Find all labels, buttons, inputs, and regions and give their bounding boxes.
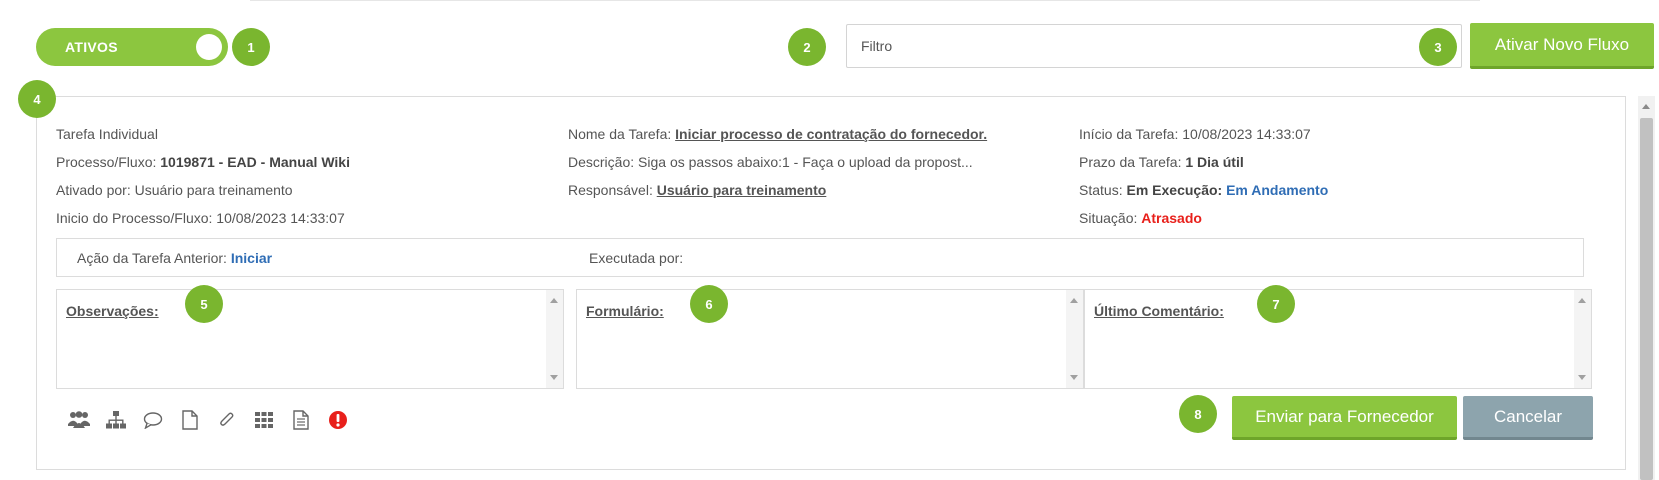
hierarchy-icon[interactable] — [105, 409, 127, 431]
grid-icon[interactable] — [253, 409, 275, 431]
document-icon[interactable] — [179, 409, 201, 431]
top-divider — [250, 0, 1480, 1]
send-to-supplier-button[interactable]: Enviar para Fornecedor — [1232, 396, 1457, 440]
deadline-value: 1 Dia útil — [1185, 154, 1244, 170]
toggle-label: ATIVOS — [65, 39, 118, 55]
task-start-label: Início da Tarefa: — [1079, 126, 1179, 142]
scroll-up-icon[interactable] — [1642, 104, 1650, 109]
previous-action-box: Ação da Tarefa Anterior: Iniciar Executa… — [56, 238, 1584, 277]
task-type: Tarefa Individual — [56, 126, 158, 142]
process-row: Processo/Fluxo: 1019871 - EAD - Manual W… — [56, 148, 350, 176]
scroll-up-icon[interactable] — [550, 298, 558, 303]
executed-by-label: Executada por: — [589, 250, 684, 266]
task-info-column-3: Início da Tarefa: 10/08/2023 14:33:07 Pr… — [1079, 120, 1328, 232]
step-badge-8: 8 — [1179, 395, 1217, 433]
last-comment-title: Último Comentário: — [1094, 303, 1224, 319]
task-info-column-2: Nome da Tarefa: Iniciar processo de cont… — [568, 120, 1028, 204]
observations-scrollbar[interactable] — [546, 290, 563, 388]
observations-panel[interactable]: Observações: — [56, 289, 564, 389]
page-scrollbar[interactable] — [1638, 96, 1655, 480]
scroll-up-icon[interactable] — [1070, 298, 1078, 303]
activated-by-row: Ativado por: Usuário para treinamento — [56, 176, 350, 204]
form-title: Formulário: — [586, 303, 664, 319]
task-info-column-1: Tarefa Individual Processo/Fluxo: 101987… — [56, 120, 350, 232]
form-panel[interactable]: Formulário: — [576, 289, 1084, 389]
step-badge-6: 6 — [690, 285, 728, 323]
process-value: 1019871 - EAD - Manual Wiki — [160, 154, 350, 170]
responsible-label: Responsável: — [568, 182, 653, 198]
toggle-knob[interactable] — [196, 34, 222, 60]
task-name-row: Nome da Tarefa: Iniciar processo de cont… — [568, 120, 1028, 148]
last-comment-panel[interactable]: Último Comentário: — [1084, 289, 1592, 389]
description-row: Descrição: Siga os passos abaixo:1 - Faç… — [568, 148, 1028, 176]
task-toolbar — [68, 409, 364, 431]
step-badge-1: 1 — [232, 28, 270, 66]
deadline-label: Prazo da Tarefa: — [1079, 154, 1182, 170]
responsible-link[interactable]: Usuário para treinamento — [657, 182, 827, 198]
status-label: Status: — [1079, 182, 1123, 198]
comment-icon[interactable] — [142, 409, 164, 431]
status-value: Em Execução: — [1126, 182, 1223, 198]
situation-value: Atrasado — [1141, 210, 1202, 226]
process-start-label: Inicio do Processo/Fluxo: — [56, 210, 213, 226]
form-scrollbar[interactable] — [1066, 290, 1083, 388]
task-start-row: Início da Tarefa: 10/08/2023 14:33:07 — [1079, 120, 1328, 148]
filter-input[interactable] — [846, 24, 1462, 68]
scroll-down-icon[interactable] — [1070, 375, 1078, 380]
previous-action-label: Ação da Tarefa Anterior: — [77, 250, 227, 266]
status-detail: Em Andamento — [1226, 182, 1329, 198]
step-badge-3: 3 — [1419, 28, 1457, 66]
alert-icon[interactable] — [327, 409, 349, 431]
scroll-down-icon[interactable] — [1578, 375, 1586, 380]
last-comment-scrollbar[interactable] — [1574, 290, 1591, 388]
step-badge-7: 7 — [1257, 285, 1295, 323]
process-start-value: 10/08/2023 14:33:07 — [216, 210, 345, 226]
task-start-value: 10/08/2023 14:33:07 — [1182, 126, 1311, 142]
scroll-down-icon[interactable] — [550, 375, 558, 380]
process-start-row: Inicio do Processo/Fluxo: 10/08/2023 14:… — [56, 204, 350, 232]
step-badge-4: 4 — [18, 80, 56, 118]
deadline-row: Prazo da Tarefa: 1 Dia útil — [1079, 148, 1328, 176]
step-badge-5: 5 — [185, 285, 223, 323]
observations-title: Observações: — [66, 303, 159, 319]
paperclip-icon[interactable] — [216, 409, 238, 431]
situation-label: Situação: — [1079, 210, 1138, 226]
activated-by-label: Ativado por: — [56, 182, 131, 198]
task-name-link[interactable]: Iniciar processo de contratação do forne… — [675, 126, 987, 142]
situation-row: Situação: Atrasado — [1079, 204, 1328, 232]
process-label: Processo/Fluxo: — [56, 154, 157, 170]
previous-action-row: Ação da Tarefa Anterior: Iniciar — [77, 250, 272, 266]
scroll-up-icon[interactable] — [1578, 298, 1586, 303]
users-icon[interactable] — [68, 409, 90, 431]
step-badge-2: 2 — [788, 28, 826, 66]
file-text-icon[interactable] — [290, 409, 312, 431]
scrollbar-thumb[interactable] — [1640, 118, 1653, 480]
task-name-label: Nome da Tarefa: — [568, 126, 672, 142]
active-toggle[interactable]: ATIVOS — [36, 28, 228, 66]
previous-action-value: Iniciar — [230, 250, 273, 266]
description-value: Siga os passos abaixo:1 - Faça o upload … — [638, 154, 973, 170]
description-label: Descrição: — [568, 154, 635, 170]
status-row: Status: Em Execução: Em Andamento — [1079, 176, 1328, 204]
responsible-row: Responsável: Usuário para treinamento — [568, 176, 1028, 204]
cancel-button[interactable]: Cancelar — [1463, 396, 1593, 440]
activate-new-flow-button[interactable]: Ativar Novo Fluxo — [1470, 23, 1654, 69]
activated-by-value: Usuário para treinamento — [134, 182, 293, 198]
